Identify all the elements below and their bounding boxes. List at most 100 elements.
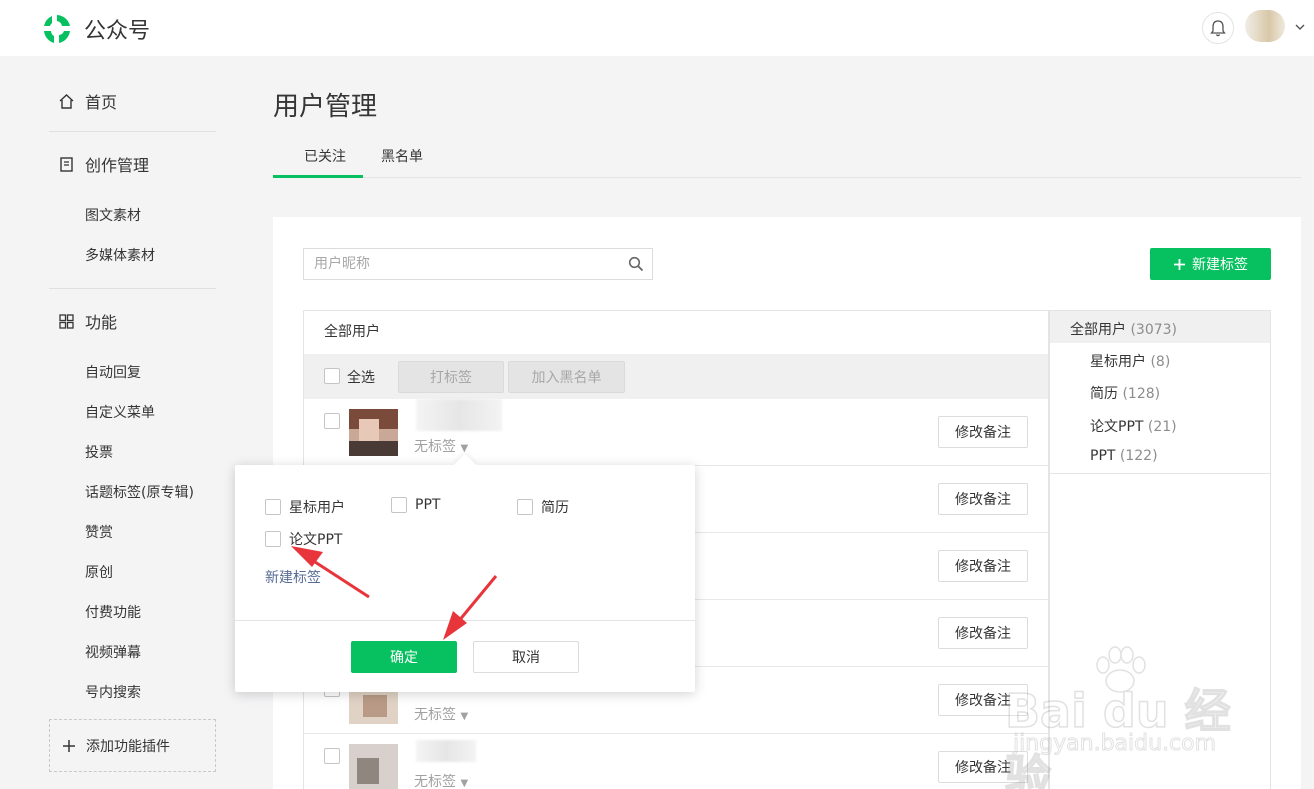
row-checkbox[interactable] [324,748,340,764]
edit-remark-button[interactable]: 修改备注 [938,483,1028,515]
wechat-mp-logo-icon [41,13,73,45]
divider [49,288,216,289]
confirm-button[interactable]: 确定 [351,641,457,673]
tag-filter-label: 论文PPT [1090,419,1144,435]
sidebar-item-original[interactable]: 原创 [85,562,113,582]
search-input[interactable] [314,249,614,279]
divider [1050,473,1270,474]
tab-blacklist[interactable]: 黑名单 [381,146,423,166]
sidebar-item-paid-features[interactable]: 付费功能 [85,602,141,622]
tag-option-thesis-ppt[interactable]: 论文PPT [265,529,342,549]
tag-filter-thesis-ppt[interactable]: 论文PPT (21) [1090,416,1177,436]
top-bar: 公众号 [0,0,1314,56]
account-avatar[interactable] [1245,10,1285,42]
chevron-down-icon[interactable] [1293,20,1307,34]
tag-filter-label: 全部用户 [1070,322,1126,338]
row-tag-label: 无标签 [414,707,456,723]
sidebar-item-video-danmaku[interactable]: 视频弹幕 [85,642,141,662]
tag-option-checkbox[interactable] [265,531,281,547]
caret-down-icon: ▼ [460,711,469,722]
page-title: 用户管理 [273,92,378,122]
select-all-checkbox[interactable] [324,368,340,384]
row-tag-dropdown[interactable]: 无标签 ▼ [414,771,468,789]
tab-followed[interactable]: 已关注 [304,146,346,166]
new-tag-link[interactable]: 新建标签 [265,567,321,587]
tag-filter-resume[interactable]: 简历 (128) [1090,383,1160,403]
new-tag-button[interactable]: 新建标签 [1150,248,1271,280]
tag-filter-label: 星标用户 [1090,354,1146,370]
grid-icon [59,313,74,329]
home-icon [59,93,74,109]
baidu-watermark: Bai du 经验 jingyan.baidu.com [1004,645,1255,789]
add-plugin-button[interactable]: 添加功能插件 [49,719,216,772]
caret-down-icon: ▼ [460,443,469,454]
tag-option-starred[interactable]: 星标用户 [265,497,345,517]
tag-filter-all[interactable]: 全部用户 (3073) [1070,319,1177,339]
tag-option-checkbox[interactable] [265,499,281,515]
notification-bell-icon[interactable] [1202,12,1234,44]
row-tag-dropdown[interactable]: 无标签 ▼ [414,704,468,724]
row-checkbox[interactable] [324,413,340,429]
sidebar-item-custom-menu[interactable]: 自定义菜单 [85,402,155,422]
caret-down-icon: ▼ [460,778,469,789]
list-header: 全部用户 [324,324,380,340]
row-tag-label: 无标签 [414,439,456,455]
tag-filter-count: (122) [1119,448,1158,464]
tag-option-checkbox[interactable] [517,499,533,515]
tag-filter-ppt[interactable]: PPT (122) [1090,448,1158,464]
user-avatar[interactable] [349,409,398,456]
search-icon[interactable] [628,256,644,272]
sidebar-item-media-materials[interactable]: 多媒体素材 [85,245,155,265]
sidebar-group-label: 功能 [85,313,118,332]
list-toolbar: 全选 打标签 加入黑名单 [304,354,1048,399]
plus-icon [1174,258,1185,270]
watermark-url: jingyan.baidu.com [1012,731,1217,757]
sidebar-item-label: 首页 [85,93,118,112]
tag-option-label: 星标用户 [289,500,345,516]
table-row: 无标签 ▼ 修改备注 [304,399,1048,466]
sidebar-group-features[interactable]: 功能 [58,309,117,333]
brand-name: 公众号 [84,19,151,44]
sidebar-item-reward[interactable]: 赞赏 [85,522,113,542]
sidebar-item-article-materials[interactable]: 图文素材 [85,205,141,225]
cancel-button[interactable]: 取消 [473,641,579,673]
document-icon [60,156,73,172]
sidebar-group-label: 创作管理 [85,156,150,175]
new-tag-label: 新建标签 [1192,257,1248,273]
sidebar-item-auto-reply[interactable]: 自动回复 [85,362,141,382]
row-tag-label: 无标签 [414,774,456,789]
sidebar-item-vote[interactable]: 投票 [85,442,113,462]
user-avatar[interactable] [349,744,398,789]
tag-option-label: 简历 [541,500,569,516]
sidebar-group-creation[interactable]: 创作管理 [58,152,149,176]
add-to-blacklist-button[interactable]: 加入黑名单 [508,361,625,393]
row-tag-dropdown[interactable]: 无标签 ▼ [414,436,468,456]
tag-filter-count: (128) [1122,386,1161,402]
tag-filter-count: (8) [1150,354,1171,370]
sidebar-item-in-account-search[interactable]: 号内搜索 [85,682,141,702]
tag-button[interactable]: 打标签 [398,361,504,393]
tag-option-resume[interactable]: 简历 [517,497,569,517]
add-plugin-label: 添加功能插件 [86,738,170,755]
sidebar-item-home[interactable]: 首页 [58,89,117,113]
user-nickname-blurred [416,399,502,431]
edit-remark-button[interactable]: 修改备注 [938,416,1028,448]
edit-remark-button[interactable]: 修改备注 [938,550,1028,582]
tag-filter-label: PPT [1090,448,1116,464]
search-box[interactable] [303,248,653,280]
select-all-label: 全选 [347,370,375,386]
tag-filter-starred[interactable]: 星标用户 (8) [1090,351,1170,371]
tag-filter-label: 简历 [1090,386,1118,402]
active-tab-indicator [273,175,363,178]
tag-select-popover: 星标用户 PPT 简历 论文PPT 新建标签 确定 取消 [235,453,695,692]
tag-option-label: PPT [415,497,441,513]
plus-icon [63,739,75,752]
tag-filter-count: (21) [1147,419,1177,435]
tag-option-ppt[interactable]: PPT [391,497,440,513]
tag-option-checkbox[interactable] [391,497,407,513]
user-nickname-blurred [416,740,476,762]
divider [235,620,695,621]
sidebar-item-topic-tags[interactable]: 话题标签(原专辑) [85,482,194,502]
tag-option-label: 论文PPT [289,532,343,548]
divider [49,131,216,132]
